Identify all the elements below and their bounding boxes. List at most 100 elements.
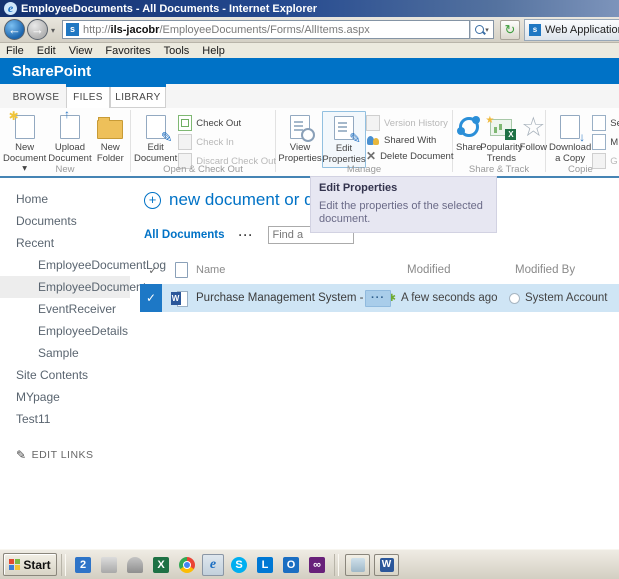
- edit-properties-icon: ✎: [334, 116, 361, 145]
- header-select-all[interactable]: ✓: [140, 264, 166, 277]
- forward-button[interactable]: →: [27, 19, 48, 40]
- share-button[interactable]: Share: [455, 111, 482, 156]
- edit-properties-button[interactable]: ✎ Edit Properties: [322, 111, 366, 168]
- send-to-button[interactable]: Se: [592, 115, 619, 131]
- sidebar-item-site-contents[interactable]: Site Contents: [0, 364, 130, 386]
- popularity-trends-icon: ★ X: [485, 115, 517, 140]
- edit-document-button[interactable]: ✎ Edit Document: [133, 111, 178, 166]
- sidebar-item-documents[interactable]: Documents: [0, 210, 130, 232]
- minimized-window-button[interactable]: [345, 553, 370, 576]
- excel-icon[interactable]: X: [150, 554, 172, 576]
- tab-title: Web Applications Manag: [545, 24, 619, 36]
- sidebar-item-employeedetails[interactable]: EmployeeDetails: [0, 320, 130, 342]
- popularity-trends-button[interactable]: ★ X Popularity Trends: [480, 111, 522, 166]
- sidebar-item-test11[interactable]: Test11: [0, 408, 130, 430]
- start-button[interactable]: Start: [3, 553, 57, 576]
- tab-files[interactable]: FILES: [66, 87, 110, 108]
- document-row-selected[interactable]: ✓ W Purchase Management System - RS ✱ ··…: [140, 284, 619, 312]
- device-icon[interactable]: [124, 554, 146, 576]
- recent-pages-dropdown[interactable]: ▾: [51, 26, 55, 35]
- taskbar: Start 2 X e S L O ∞ W: [0, 549, 619, 579]
- row-modified: A few seconds ago: [401, 292, 498, 304]
- tooltip-body: Edit the properties of the selected docu…: [319, 200, 483, 225]
- app-blue-icon[interactable]: 2: [72, 554, 94, 576]
- version-history-icon: [366, 115, 380, 131]
- sidebar-item-home[interactable]: Home: [0, 188, 130, 210]
- menu-file[interactable]: File: [6, 45, 24, 57]
- visual-studio-icon[interactable]: ∞: [306, 554, 328, 576]
- check-out-button[interactable]: Check Out: [178, 115, 276, 131]
- manage-column: Version History Shared With ✕ Delete Doc…: [366, 111, 453, 163]
- quick-launch-nav: Home Documents Recent EmployeeDocumentLo…: [0, 188, 166, 462]
- document-name-link[interactable]: Purchase Management System - RS: [196, 292, 383, 304]
- manage-copies-button[interactable]: M: [592, 134, 619, 150]
- row-checkbox-checked[interactable]: ✓: [140, 284, 162, 312]
- header-modified[interactable]: Modified: [407, 264, 515, 276]
- manage-copies-icon: [592, 134, 607, 150]
- ribbon-tab-strip: BROWSE FILES LIBRARY: [0, 84, 619, 108]
- download-a-copy-button[interactable]: ↓ Download a Copy: [548, 111, 592, 166]
- view-all-documents[interactable]: All Documents: [144, 229, 225, 241]
- sidebar-item-employeedocumentlog[interactable]: EmployeeDocumentLog: [0, 254, 166, 276]
- check-in-button[interactable]: Check In: [178, 134, 276, 150]
- menu-tools[interactable]: Tools: [164, 45, 190, 57]
- menu-help[interactable]: Help: [202, 45, 225, 57]
- show-desktop-icon[interactable]: [98, 554, 120, 576]
- ribbon-group-share-track: Share ★ X Popularity Trends ☆ Follow Shar…: [453, 108, 547, 176]
- view-properties-icon: [290, 115, 315, 142]
- header-modified-by[interactable]: Modified By: [515, 264, 619, 276]
- sidebar-item-employeedocuments[interactable]: EmployeeDocuments: [0, 276, 152, 298]
- refresh-button[interactable]: ↻: [500, 20, 520, 40]
- sidebar-item-recent[interactable]: Recent: [0, 232, 130, 254]
- view-more-ellipsis[interactable]: ···: [239, 228, 254, 242]
- sidebar-item-sample[interactable]: Sample: [0, 342, 130, 364]
- copies-column: Se M G: [592, 111, 619, 169]
- version-history-button[interactable]: Version History: [366, 115, 453, 131]
- url-field[interactable]: s http://ils-jacobr/EmployeeDocuments/Fo…: [62, 20, 470, 39]
- address-search-button[interactable]: ▾: [470, 20, 494, 39]
- tab-library[interactable]: LIBRARY: [110, 87, 166, 108]
- url-host: ils-jacobr: [110, 23, 160, 36]
- row-ellipsis-menu[interactable]: ···: [365, 289, 391, 307]
- menu-favorites[interactable]: Favorites: [105, 45, 150, 57]
- internet-explorer-icon[interactable]: e: [202, 553, 224, 576]
- windows-logo-icon: [9, 559, 21, 570]
- page-content: Home Documents Recent EmployeeDocumentLo…: [0, 178, 619, 549]
- header-name[interactable]: Name: [196, 264, 371, 276]
- chrome-icon[interactable]: [176, 554, 198, 576]
- sidebar-item-mypage[interactable]: MYpage: [0, 386, 130, 408]
- back-button[interactable]: ←: [4, 19, 25, 40]
- check-in-icon: [178, 134, 193, 150]
- send-to-icon: [592, 115, 607, 131]
- row-modified-by[interactable]: System Account: [525, 292, 607, 304]
- refresh-icon: ↻: [504, 22, 516, 37]
- tab-browse[interactable]: BROWSE: [10, 87, 62, 108]
- browser-menu-bar: File Edit View Favorites Tools Help: [0, 43, 619, 58]
- menu-view[interactable]: View: [69, 45, 93, 57]
- menu-edit[interactable]: Edit: [37, 45, 56, 57]
- circle-plus-icon: +: [144, 191, 161, 209]
- tooltip-title: Edit Properties: [319, 182, 398, 194]
- outlook-icon[interactable]: O: [280, 554, 302, 576]
- browser-tab[interactable]: s Web Applications Manag: [524, 19, 619, 41]
- sharepoint-site-icon: s: [66, 23, 79, 36]
- check-out-column: Check Out Check In Discard Check Out: [178, 111, 276, 169]
- forward-arrow-icon: →: [31, 22, 44, 37]
- delete-document-button[interactable]: ✕ Delete Document: [366, 149, 453, 163]
- lync-icon[interactable]: L: [254, 554, 276, 576]
- upload-document-button[interactable]: ↑ Upload Document: [47, 108, 92, 166]
- taskbar-separator: [334, 553, 339, 576]
- follow-button[interactable]: ☆ Follow: [520, 111, 547, 156]
- shared-with-button[interactable]: Shared With: [366, 134, 453, 146]
- word-window-button[interactable]: W: [374, 553, 399, 576]
- edit-links-button[interactable]: ✎ EDIT LINKS: [0, 448, 130, 462]
- edit-properties-tooltip: Edit Properties Edit the properties of t…: [310, 176, 497, 233]
- check-out-icon: [178, 115, 193, 131]
- view-properties-button[interactable]: View Properties: [278, 111, 322, 166]
- presence-indicator-icon: [509, 292, 520, 304]
- shared-with-icon: [366, 134, 380, 146]
- new-folder-button[interactable]: New Folder: [93, 111, 128, 166]
- sidebar-item-eventreceiver[interactable]: EventReceiver: [0, 298, 130, 320]
- skype-icon[interactable]: S: [228, 554, 250, 576]
- new-document-icon: ✱: [9, 110, 35, 139]
